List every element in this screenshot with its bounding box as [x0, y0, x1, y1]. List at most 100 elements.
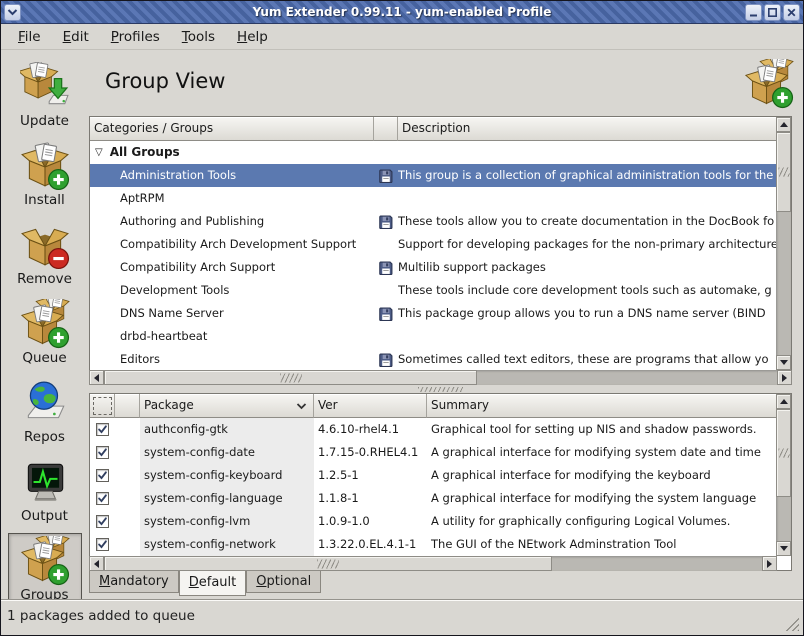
group-row[interactable]: drbd-heartbeat	[90, 325, 778, 348]
package-version: 4.6.10-rhel4.1	[314, 418, 427, 441]
sidebar-item-queue[interactable]: Queue	[8, 296, 82, 368]
installed-floppy-icon	[374, 302, 398, 325]
package-summary: A graphical interface for modifying the …	[427, 487, 778, 510]
group-row[interactable]: Compatibility Arch SupportMultilib suppo…	[90, 256, 778, 279]
column-header-summary[interactable]: Summary	[427, 394, 778, 418]
group-row[interactable]: Compatibility Arch Development SupportSu…	[90, 233, 778, 256]
package-checkbox[interactable]	[96, 515, 109, 528]
group-description: These tools allow you to create document…	[398, 210, 778, 233]
sidebar-item-groups[interactable]: Groups	[8, 533, 82, 605]
groups-page-icon	[744, 59, 794, 112]
package-name: system-config-lvm	[140, 510, 314, 533]
group-description	[398, 187, 778, 210]
close-button[interactable]	[783, 4, 800, 21]
group-label: Authoring and Publishing	[120, 210, 264, 233]
scroll-up-button[interactable]	[776, 394, 791, 409]
scroll-left-button[interactable]	[89, 556, 104, 571]
package-checkbox[interactable]	[96, 492, 109, 505]
menu-profiles[interactable]: Profiles	[104, 27, 167, 47]
group-row[interactable]: DNS Name ServerThis package group allows…	[90, 302, 778, 325]
menu-help[interactable]: Help	[230, 27, 275, 47]
package-version: 1.7.15-0.RHEL4.1	[314, 441, 427, 464]
scrollbar-thumb[interactable]	[104, 556, 552, 571]
package-checkbox[interactable]	[96, 469, 109, 482]
column-header-installed[interactable]	[374, 117, 398, 141]
scrollbar-thumb[interactable]	[776, 132, 791, 212]
page-title: Group View	[105, 69, 225, 93]
package-horizontal-scrollbar[interactable]	[89, 556, 777, 571]
scroll-up-button[interactable]	[776, 117, 791, 132]
sidebar-item-output[interactable]: Output	[8, 454, 82, 526]
menu-file[interactable]: File	[11, 27, 48, 47]
scroll-down-button[interactable]	[776, 355, 791, 370]
package-row[interactable]: authconfig-gtk4.6.10-rhel4.1Graphical to…	[90, 418, 778, 441]
tab-default[interactable]: Default	[179, 571, 247, 596]
titlebar[interactable]: Yum Extender 0.99.11 - yum-enabled Profi…	[1, 1, 803, 24]
scrollbar-thumb[interactable]	[776, 409, 791, 497]
package-table: Package Ver Summary authconfig-gtk4.6.10…	[89, 393, 792, 571]
package-name: system-config-keyboard	[140, 464, 314, 487]
package-row[interactable]: system-config-language1.1.8-1A graphical…	[90, 487, 778, 510]
installed-floppy-icon	[374, 164, 398, 187]
scroll-left-button[interactable]	[89, 370, 104, 385]
package-checkbox[interactable]	[96, 446, 109, 459]
menubar: File Edit Profiles Tools Help	[1, 25, 803, 50]
group-row[interactable]: Authoring and Publishing These tools allo…	[90, 210, 778, 233]
package-summary: A graphical interface for modifying syst…	[427, 441, 778, 464]
package-vertical-scrollbar[interactable]	[776, 394, 791, 556]
group-label: Compatibility Arch Support	[120, 256, 275, 279]
sidebar-item-install[interactable]: Install	[8, 138, 82, 210]
package-version: 1.1.8-1	[314, 487, 427, 510]
package-row[interactable]: system-config-keyboard1.2.5-1A graphical…	[90, 464, 778, 487]
scroll-right-button[interactable]	[777, 370, 792, 385]
pane-resize-handle[interactable]	[89, 385, 792, 393]
package-version: 1.3.22.0.EL.4.1-1	[314, 533, 427, 556]
package-checkbox[interactable]	[96, 538, 109, 551]
package-row[interactable]: system-config-date1.7.15-0.RHEL4.1A grap…	[90, 441, 778, 464]
package-row[interactable]: system-config-network1.3.22.0.EL.4.1-1Th…	[90, 533, 778, 556]
minimize-button[interactable]	[745, 4, 762, 21]
package-checkbox[interactable]	[96, 423, 109, 436]
tab-mandatory[interactable]: Mandatory	[89, 571, 179, 593]
column-header-select[interactable]	[90, 394, 115, 418]
group-label: AptRPM	[120, 187, 165, 210]
window-title: Yum Extender 0.99.11 - yum-enabled Profi…	[1, 5, 803, 19]
menu-tools[interactable]: Tools	[175, 27, 222, 47]
scroll-right-button[interactable]	[762, 556, 777, 571]
group-row[interactable]: ▽ All Groups	[90, 141, 778, 164]
check-icon	[97, 492, 108, 505]
maximize-button[interactable]	[764, 4, 781, 21]
scrollbar-thumb[interactable]	[104, 370, 477, 385]
sidebar-item-remove[interactable]: Remove	[8, 217, 82, 289]
menu-edit[interactable]: Edit	[56, 27, 96, 47]
package-name: system-config-date	[140, 441, 314, 464]
app-window: Yum Extender 0.99.11 - yum-enabled Profi…	[0, 0, 804, 636]
group-description	[398, 141, 778, 164]
group-row[interactable]: Development ToolsThese tools include cor…	[90, 279, 778, 302]
column-header-categories-groups[interactable]: Categories / Groups	[90, 117, 374, 141]
sidebar-item-update[interactable]: Update	[8, 59, 82, 131]
window-resize-grip[interactable]	[784, 616, 799, 631]
package-row[interactable]: system-config-lvm1.0.9-1.0A utility for …	[90, 510, 778, 533]
statusbar: 1 packages added to queue	[1, 599, 803, 635]
check-icon	[97, 469, 108, 482]
column-header-ver[interactable]: Ver	[314, 394, 427, 418]
window-menu-button[interactable]	[4, 4, 21, 21]
column-header-package[interactable]: Package	[140, 394, 314, 418]
repos-icon	[20, 378, 70, 428]
group-row[interactable]: EditorsSometimes called text editors, th…	[90, 348, 778, 369]
scroll-down-button[interactable]	[776, 541, 791, 556]
group-label: Compatibility Arch Development Support	[120, 233, 356, 256]
column-header-description[interactable]: Description	[398, 117, 778, 141]
group-label: All Groups	[110, 141, 180, 164]
sidebar-item-repos[interactable]: Repos	[8, 375, 82, 447]
column-header-icon[interactable]	[115, 394, 140, 418]
maximize-icon	[767, 7, 778, 18]
group-description	[398, 325, 778, 348]
group-horizontal-scrollbar[interactable]	[89, 370, 792, 385]
group-vertical-scrollbar[interactable]	[776, 117, 791, 370]
expander-open-icon[interactable]: ▽	[95, 141, 103, 164]
group-row[interactable]: AptRPM	[90, 187, 778, 210]
group-row[interactable]: Administration ToolsThis group is a coll…	[90, 164, 778, 187]
tab-optional[interactable]: Optional	[246, 571, 321, 593]
